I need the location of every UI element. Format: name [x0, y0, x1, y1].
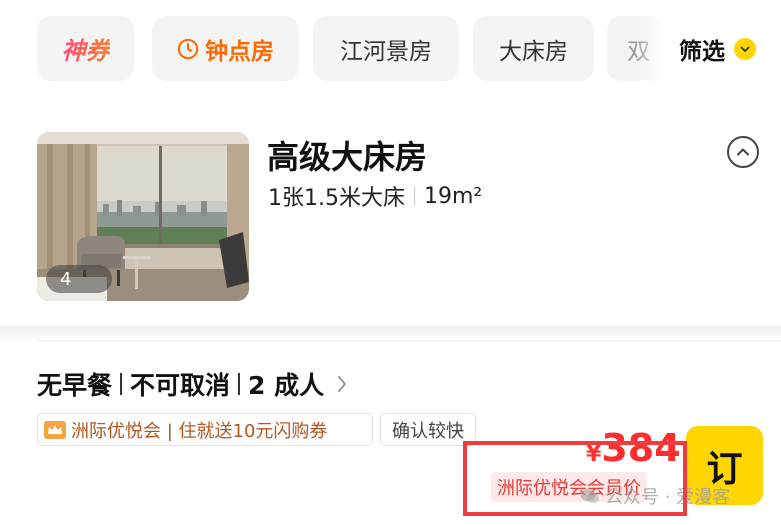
chevron-right-icon: [338, 376, 347, 392]
chevron-up-icon: [737, 148, 749, 156]
photo-count-badge: 4: [46, 265, 112, 293]
policy-divider: [120, 373, 123, 395]
chip-river-label: 江河景房: [340, 38, 432, 65]
occupancy: 2 成人: [248, 371, 325, 400]
filter-chip-bar: 神券 钟点房 江河景房 大床房 双 筛选: [0, 0, 781, 100]
section-separator: [0, 326, 781, 344]
filter-button[interactable]: 筛选: [666, 16, 781, 81]
price-currency: ¥: [586, 442, 602, 467]
room-area: 19m²: [424, 183, 483, 209]
chip-bed-label: 大床房: [499, 38, 568, 65]
clock-icon: [177, 38, 199, 59]
spec-divider: [414, 186, 415, 206]
chip-king-bed[interactable]: 大床房: [473, 16, 594, 81]
price-value: 384: [601, 426, 681, 470]
cancellation-policy: 不可取消: [130, 371, 231, 400]
chip-fade: [636, 0, 666, 100]
chip-hourly-label: 钟点房: [205, 38, 274, 65]
watermark-text: 公众号 · 爱漫客: [605, 487, 731, 508]
rate-policy[interactable]: 无早餐 不可取消 2 成人: [37, 366, 348, 402]
price: ¥384: [586, 426, 681, 470]
crown-icon: [44, 420, 66, 439]
chip-river-view[interactable]: 江河景房: [313, 16, 459, 81]
chevron-down-icon: [734, 37, 756, 60]
bed-info: 1张1.5米大床: [268, 186, 405, 211]
room-title: 高级大床房: [267, 138, 428, 176]
breakfast-policy: 无早餐: [37, 371, 113, 400]
chip-hourly-room[interactable]: 钟点房: [152, 16, 299, 81]
room-photo[interactable]: 4: [37, 132, 249, 301]
policy-divider: [238, 373, 241, 395]
chip-deal-label: 神券: [62, 31, 110, 66]
filter-label: 筛选: [679, 38, 725, 65]
confirm-speed-text: 确认较快: [392, 420, 464, 442]
member-benefit-text: 洲际优悦会 | 住就送10元闪购券: [71, 420, 328, 442]
watermark: 公众号 · 爱漫客: [580, 483, 730, 509]
chip-deal-coupon[interactable]: 神券: [37, 16, 134, 81]
divider-line: [37, 340, 781, 341]
confirm-speed-tag: 确认较快: [380, 413, 476, 446]
room-specs: 1张1.5米大床 19m²: [268, 180, 482, 212]
member-benefit-tag: 洲际优悦会 | 住就送10元闪购券: [37, 413, 373, 446]
photo-count: 4: [60, 268, 72, 290]
collapse-button[interactable]: [727, 136, 759, 168]
wechat-icon: [580, 489, 599, 503]
